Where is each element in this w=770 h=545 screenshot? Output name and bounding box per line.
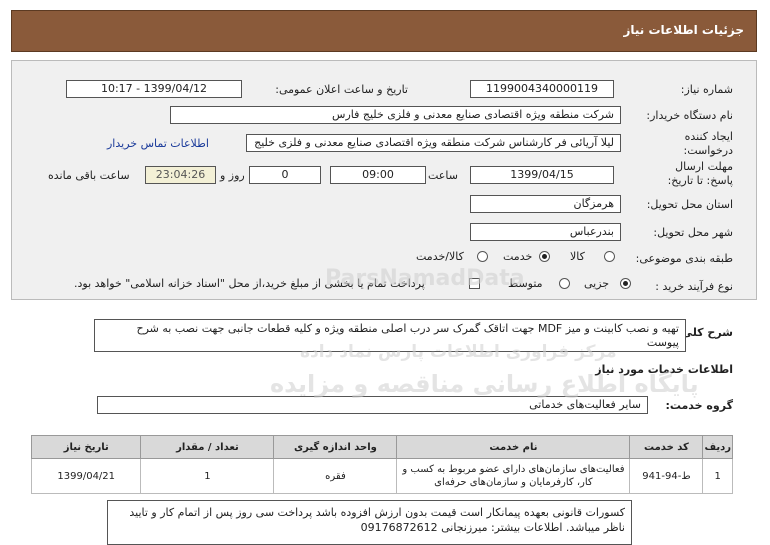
service-group-field[interactable]: سایر فعالیت‌های خدماتی xyxy=(97,396,648,414)
process-medium-label: متوسط xyxy=(508,277,543,290)
page-title: جزئیات اطلاعات نیاز xyxy=(623,23,744,37)
days-label: روز و xyxy=(220,169,245,182)
category-goods-label: کالا xyxy=(570,250,585,263)
category-service-label: خدمت xyxy=(503,250,533,263)
need-number-field[interactable]: 1199004340000119 xyxy=(470,80,614,98)
services-table: ردیف کد خدمت نام خدمت واحد اندازه گیری ت… xyxy=(30,435,733,494)
buyer-contact-link[interactable]: اطلاعات تماس خریدار xyxy=(107,137,209,150)
col-date: تاریخ نیاز xyxy=(30,435,142,459)
city-label: شهر محل تحویل: xyxy=(653,226,733,239)
category-goods-radio[interactable] xyxy=(604,251,615,262)
category-goods-service-label: کالا/خدمت xyxy=(416,250,464,263)
time-remaining-field: 23:04:26 xyxy=(145,166,216,184)
city-field[interactable]: بندرعباس xyxy=(470,223,621,241)
buyer-notes: کسورات قانونی بعهده پیمانکار است قیمت بد… xyxy=(107,500,632,545)
process-label: نوع فرآیند خرید : xyxy=(655,280,733,293)
cell-date: 1399/04/21 xyxy=(30,458,142,494)
need-number-label: شماره نیاز: xyxy=(680,83,733,96)
cell-qty: 1 xyxy=(140,458,275,494)
page-header: جزئیات اطلاعات نیاز xyxy=(11,10,757,52)
announce-date-label: تاریخ و ساعت اعلان عمومی: xyxy=(275,83,408,96)
col-unit: واحد اندازه گیری xyxy=(273,435,398,459)
col-qty: تعداد / مقدار xyxy=(140,435,275,459)
treasury-payment-text: پرداخت تمام یا بخشی از مبلغ خرید،از محل … xyxy=(74,277,425,290)
service-group-label: گروه خدمت: xyxy=(665,399,733,412)
col-name: نام خدمت xyxy=(396,435,631,459)
table-header-row: ردیف کد خدمت نام خدمت واحد اندازه گیری ت… xyxy=(30,435,733,459)
deadline-label: مهلت ارسال پاسخ: تا تاریخ: xyxy=(667,160,733,187)
announce-date-field[interactable]: 1399/04/12 - 10:17 xyxy=(66,80,242,98)
process-minor-label: جزیی xyxy=(584,277,610,290)
cell-unit: فقره xyxy=(273,458,398,494)
buyer-label: نام دستگاه خریدار: xyxy=(646,109,733,122)
deadline-date-field[interactable]: 1399/04/15 xyxy=(470,166,614,184)
table-row[interactable]: 1 ط-94-941 فعالیت‌های سازمان‌های دارای ع… xyxy=(30,458,733,494)
category-goods-service-radio[interactable] xyxy=(477,251,488,262)
time-remaining-label: ساعت باقی مانده xyxy=(48,169,130,182)
creator-field[interactable]: لیلا آریائی فر کارشناس شرکت منطقه ویژه ا… xyxy=(246,134,621,152)
category-service-radio[interactable] xyxy=(539,251,550,262)
cell-row: 1 xyxy=(702,458,733,494)
col-code: کد خدمت xyxy=(629,435,704,459)
creator-label: ایجاد کننده درخواست: xyxy=(683,130,733,157)
days-remaining-field[interactable]: 0 xyxy=(249,166,321,184)
cell-name: فعالیت‌های سازمان‌های دارای عضو مربوط به… xyxy=(396,458,631,494)
col-row: ردیف xyxy=(702,435,733,459)
treasury-payment-checkbox[interactable] xyxy=(469,278,480,289)
category-label: طبقه بندی موضوعی: xyxy=(635,252,733,265)
province-label: استان محل تحویل: xyxy=(646,198,733,211)
province-field[interactable]: هرمزگان xyxy=(470,195,621,213)
deadline-time-label: ساعت xyxy=(428,169,458,182)
services-section-title: اطلاعات خدمات مورد نیاز xyxy=(595,363,733,376)
cell-code: ط-94-941 xyxy=(629,458,704,494)
deadline-time-field[interactable]: 09:00 xyxy=(330,166,426,184)
process-medium-radio[interactable] xyxy=(559,278,570,289)
process-minor-radio[interactable] xyxy=(620,278,631,289)
buyer-field[interactable]: شرکت منطقه ویژه اقتصادی صنایع معدنی و فل… xyxy=(170,106,621,124)
description-field[interactable]: تهیه و نصب کابینت و میز MDF جهت اتاقک گم… xyxy=(94,319,686,352)
